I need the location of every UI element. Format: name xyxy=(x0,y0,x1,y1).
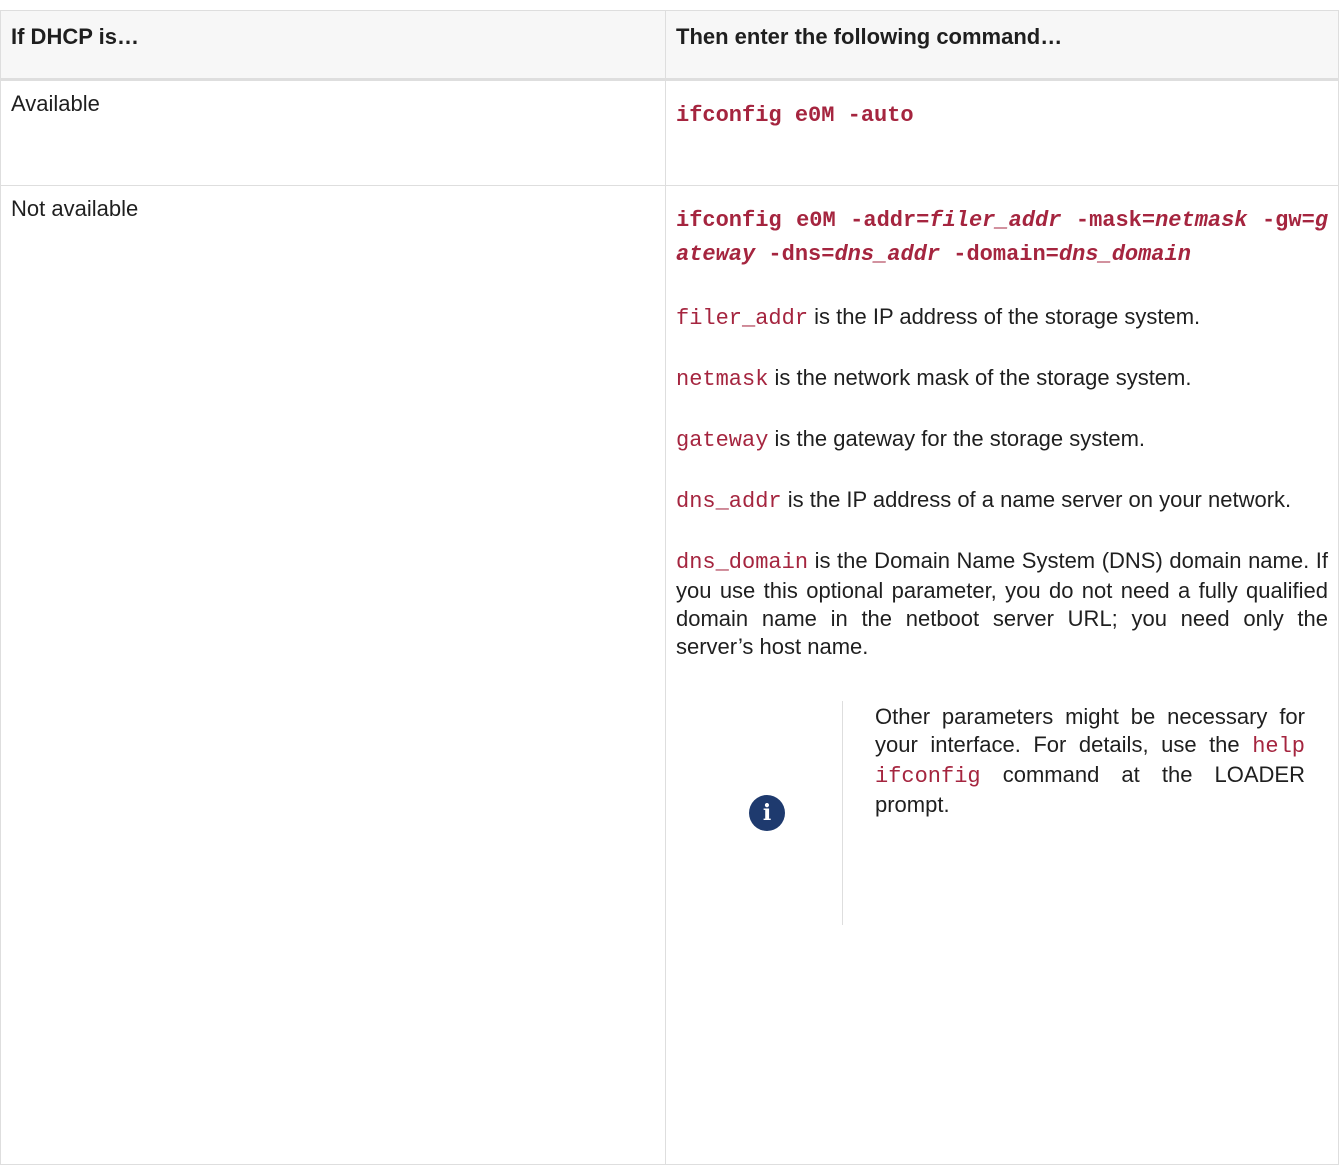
param-description: dns_addr is the IP address of a name ser… xyxy=(676,486,1328,516)
table-row: Available ifconfig e0M -auto xyxy=(0,79,1339,186)
param-text: is the IP address of a name server on yo… xyxy=(781,487,1292,512)
dhcp-not-available-label: Not available xyxy=(0,185,666,1165)
dhcp-command-table: If DHCP is… Then enter the following com… xyxy=(0,10,1339,1165)
cmd-part: -dns= xyxy=(755,242,835,267)
cmd-part: -gw= xyxy=(1247,208,1315,233)
command-cell: ifconfig e0M -auto xyxy=(665,79,1339,186)
param-code: filer_addr xyxy=(676,306,809,331)
cmd-part: ifconfig e0M -addr= xyxy=(676,208,930,233)
note-text: Other parameters might be necessary for … xyxy=(843,703,1305,925)
param-code: netmask xyxy=(676,367,769,392)
param-text: is the gateway for the storage system. xyxy=(768,426,1146,451)
header-command: Then enter the following command… xyxy=(665,10,1339,81)
cmd-part: -domain= xyxy=(940,242,1059,267)
param-description: gateway is the gateway for the storage s… xyxy=(676,425,1328,455)
command-manual: ifconfig e0M -addr=filer_addr -mask=netm… xyxy=(676,204,1328,272)
param-code: dns_domain xyxy=(676,550,809,575)
cmd-arg: filer_addr xyxy=(929,208,1062,233)
command-cell: ifconfig e0M -addr=filer_addr -mask=netm… xyxy=(665,185,1339,1165)
table-header-row: If DHCP is… Then enter the following com… xyxy=(0,10,1339,81)
cmd-arg: dns_addr xyxy=(834,242,941,267)
param-description: netmask is the network mask of the stora… xyxy=(676,364,1328,394)
note-icon-column: i xyxy=(676,701,843,925)
param-code: dns_addr xyxy=(676,489,782,514)
param-description: filer_addr is the IP address of the stor… xyxy=(676,303,1328,333)
cmd-part: -mask= xyxy=(1061,208,1156,233)
cmd-arg: netmask xyxy=(1155,208,1248,233)
dhcp-available-label: Available xyxy=(0,79,666,186)
header-dhcp-status: If DHCP is… xyxy=(0,10,666,81)
param-code: gateway xyxy=(676,428,769,453)
param-text: is the network mask of the storage syste… xyxy=(768,365,1192,390)
note-admonition: i Other parameters might be necessary fo… xyxy=(676,701,1328,925)
param-description: dns_domain is the Domain Name System (DN… xyxy=(676,547,1328,661)
cmd-arg: dns_domain xyxy=(1058,242,1191,267)
param-text: is the IP address of the storage system. xyxy=(808,304,1201,329)
note-text-before: Other parameters might be necessary for … xyxy=(875,704,1305,757)
table-row: Not available ifconfig e0M -addr=filer_a… xyxy=(0,185,1339,1165)
command-auto: ifconfig e0M -auto xyxy=(676,103,914,128)
info-icon: i xyxy=(749,795,785,831)
